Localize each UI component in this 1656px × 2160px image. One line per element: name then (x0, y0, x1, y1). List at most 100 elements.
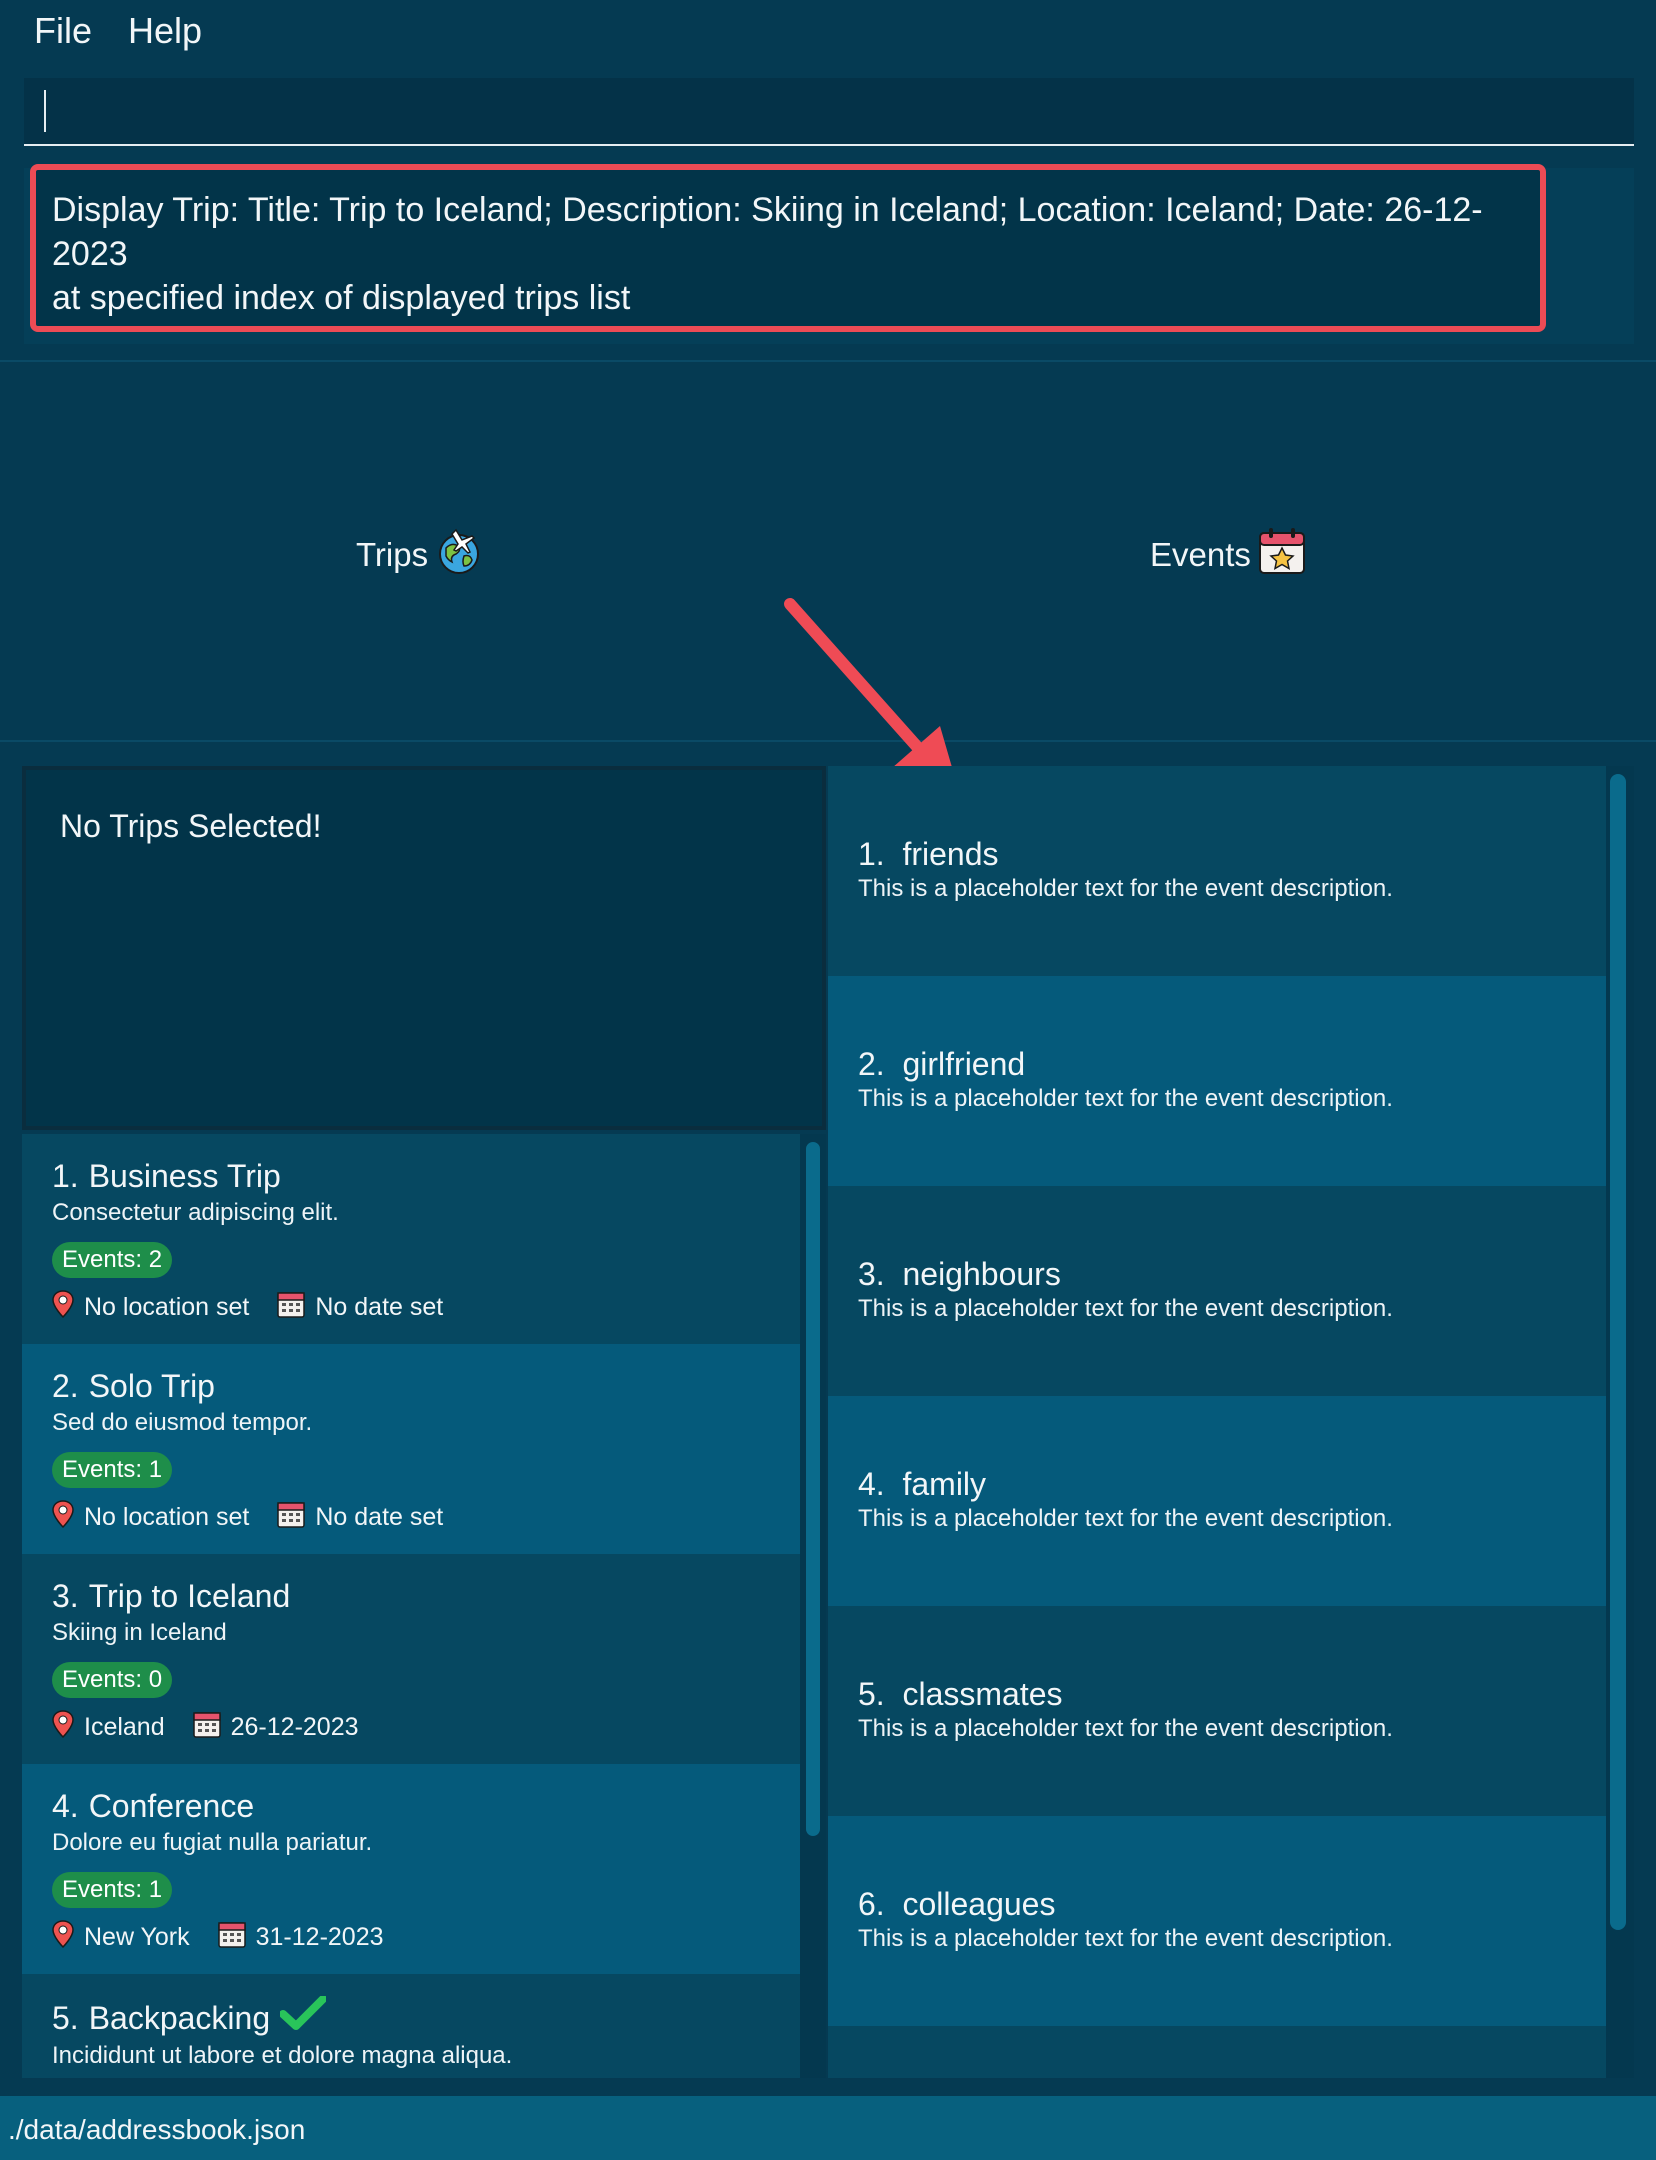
trip-title: 1. Business Trip (52, 1156, 770, 1196)
events-count-badge: Events: 0 (52, 1662, 173, 1698)
trip-card[interactable]: 4. Conference Dolore eu fugiat nulla par… (22, 1764, 800, 1974)
trip-title: 3. Trip to Iceland (52, 1576, 770, 1616)
trip-list: 1. Business Trip Consectetur adipiscing … (22, 1134, 800, 2078)
event-index: 5. (858, 1676, 885, 1712)
trip-location: Iceland (84, 1713, 165, 1741)
command-input[interactable] (54, 84, 1618, 140)
trip-name: Trip to Iceland (88, 1578, 291, 1614)
map-pin-icon (52, 1500, 74, 1535)
trip-description: Consectetur adipiscing elit. (52, 1199, 339, 1226)
event-description: This is a placeholder text for the event… (858, 1925, 1393, 1952)
globe-plane-icon (434, 526, 484, 584)
event-card[interactable]: 5. classmates This is a placeholder text… (828, 1606, 1606, 1816)
event-card[interactable]: 4. family This is a placeholder text for… (828, 1396, 1606, 1606)
trip-meta: Iceland 26-12-2023 (52, 1710, 770, 1745)
trip-list-scrollbar-thumb[interactable] (806, 1142, 820, 1836)
event-name: family (902, 1466, 987, 1502)
event-index: 4. (858, 1466, 885, 1502)
event-title: 5. classmates (858, 1674, 1576, 1714)
command-box[interactable] (24, 78, 1634, 146)
trip-name: Conference (88, 1788, 255, 1824)
event-index: 3. (858, 1256, 885, 1292)
event-list-scrollbar-thumb[interactable] (1610, 774, 1626, 1930)
result-display: Display Trip: Title: Trip to Iceland; De… (30, 164, 1546, 332)
event-card[interactable]: 3. neighbours This is a placeholder text… (828, 1186, 1606, 1396)
trip-date: No date set (315, 1293, 444, 1321)
trip-date: No date set (315, 1503, 444, 1531)
status-bar: ./data/addressbook.json (0, 2096, 1656, 2160)
trip-index: 4. (52, 1788, 79, 1824)
event-description: This is a placeholder text for the event… (858, 1295, 1393, 1322)
trip-title: 4. Conference (52, 1786, 770, 1826)
trip-index: 2. (52, 1368, 79, 1404)
data-file-path: ./data/addressbook.json (8, 2114, 306, 2145)
event-name: colleagues (902, 1886, 1056, 1922)
trip-meta: No location set No date set (52, 1290, 770, 1325)
result-line-1: Display Trip: Title: Trip to Iceland; De… (52, 191, 1483, 273)
event-title: 3. neighbours (858, 1254, 1576, 1294)
menu-file[interactable]: File (34, 10, 92, 52)
event-index: 6. (858, 1886, 885, 1922)
event-list: 1. friends This is a placeholder text fo… (828, 766, 1606, 2078)
trip-date: 26-12-2023 (230, 1713, 359, 1741)
calendar-icon (192, 1710, 221, 1745)
trip-detail-panel: No Trips Selected! (22, 766, 826, 1130)
event-card[interactable]: 6. colleagues This is a placeholder text… (828, 1816, 1606, 2026)
tab-events-label: Events (1150, 536, 1251, 573)
text-caret (44, 90, 46, 132)
calendar-star-icon (1257, 526, 1307, 584)
event-name: classmates (902, 1676, 1063, 1712)
event-card[interactable]: 1. friends This is a placeholder text fo… (828, 766, 1606, 976)
map-pin-icon (52, 1290, 74, 1325)
menu-help[interactable]: Help (128, 10, 202, 52)
calendar-icon (277, 1500, 306, 1535)
trip-description: Skiing in Iceland (52, 1619, 227, 1646)
event-description: This is a placeholder text for the event… (858, 1085, 1393, 1112)
map-pin-icon (52, 1920, 74, 1955)
trip-meta: No location set No date set (52, 1500, 770, 1535)
event-description: This is a placeholder text for the event… (858, 1505, 1393, 1532)
trip-title: 5. Backpacking (52, 1995, 770, 2039)
events-count-badge: Events: 1 (52, 1872, 173, 1908)
tab-events[interactable]: Events (1150, 526, 1307, 584)
trip-description: Incididunt ut labore et dolore magna ali… (52, 2042, 513, 2069)
trip-location: No location set (84, 1293, 250, 1321)
trip-name: Backpacking (88, 1999, 271, 2036)
tab-trips[interactable]: Trips (356, 526, 484, 584)
calendar-icon (277, 1290, 306, 1325)
event-title: 2. girlfriend (858, 1044, 1576, 1084)
trip-name: Solo Trip (88, 1368, 215, 1404)
event-name: girlfriend (902, 1046, 1026, 1082)
trip-card[interactable]: 1. Business Trip Consectetur adipiscing … (22, 1134, 800, 1344)
no-trip-selected-text: No Trips Selected! (60, 808, 322, 844)
event-name: neighbours (902, 1256, 1061, 1292)
events-count-badge: Events: 2 (52, 1242, 173, 1278)
trip-date: 31-12-2023 (255, 1923, 384, 1951)
trip-name: Business Trip (88, 1158, 281, 1194)
event-name: friends (902, 836, 999, 872)
event-title: 6. colleagues (858, 1884, 1576, 1924)
result-line-2: at specified index of displayed trips li… (52, 279, 631, 317)
trip-card[interactable]: 5. Backpacking Incididunt ut labore et d… (22, 1974, 800, 2078)
events-count-badge: Events: 1 (52, 1452, 173, 1488)
event-title: 1. friends (858, 834, 1576, 874)
event-card[interactable]: 2. girlfriend This is a placeholder text… (828, 976, 1606, 1186)
trip-location: New York (84, 1923, 190, 1951)
trip-index: 5. (52, 1999, 79, 2036)
trip-card[interactable]: 3. Trip to Iceland Skiing in Iceland Eve… (22, 1554, 800, 1764)
trip-meta: New York 31-12-2023 (52, 1920, 770, 1955)
event-index: 2. (858, 1046, 885, 1082)
event-description: This is a placeholder text for the event… (858, 875, 1393, 902)
menu-bar: File Help (0, 0, 1656, 64)
event-card-partial[interactable] (828, 2026, 1606, 2078)
event-description: This is a placeholder text for the event… (858, 1715, 1393, 1742)
trip-card[interactable]: 2. Solo Trip Sed do eiusmod tempor. Even… (22, 1344, 800, 1554)
map-pin-icon (52, 1710, 74, 1745)
annotation-arrow (784, 598, 958, 788)
event-title: 4. family (858, 1464, 1576, 1504)
trip-title: 2. Solo Trip (52, 1366, 770, 1406)
tab-trips-label: Trips (356, 536, 429, 573)
check-icon (279, 1995, 328, 2039)
calendar-icon (217, 1920, 246, 1955)
trip-location: No location set (84, 1503, 250, 1531)
